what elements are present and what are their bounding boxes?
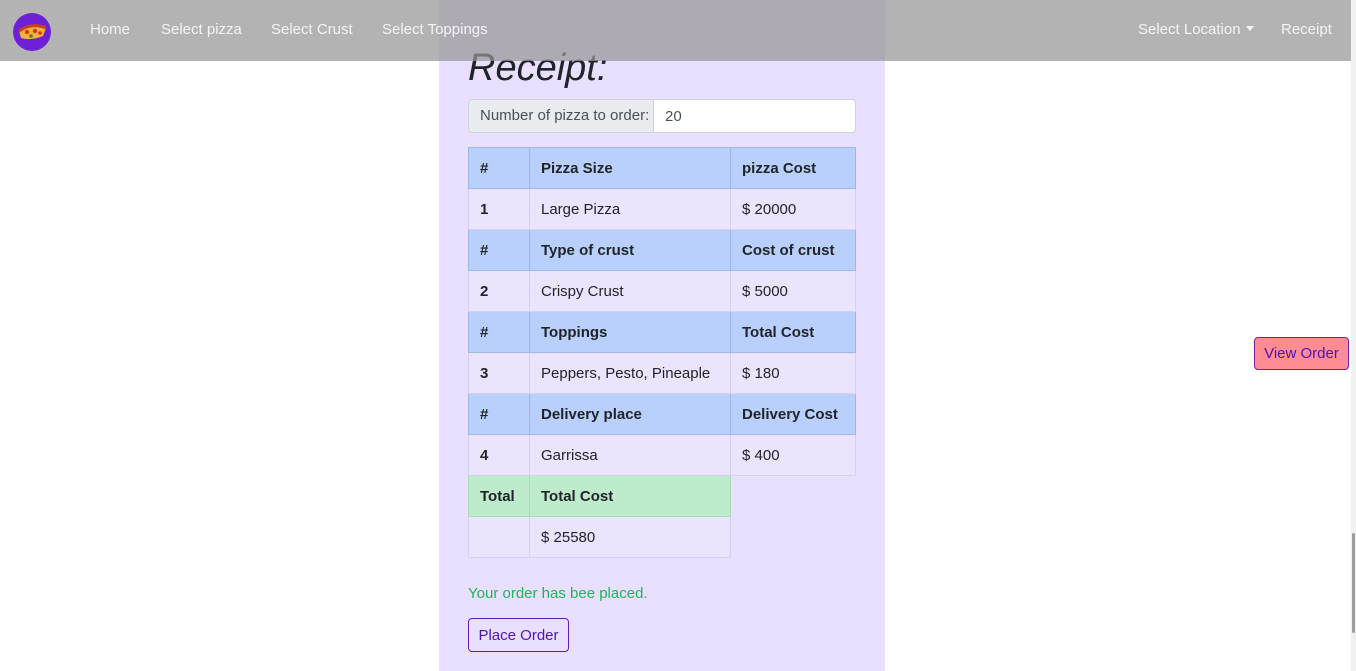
table-cell: $ 400 [730,434,856,476]
table-row: 3 Peppers, Pesto, Pineaple $ 180 [468,352,856,394]
total-cell [468,516,530,558]
table-header-row: # Delivery place Delivery Cost [468,393,856,435]
table-header-row: # Type of crust Cost of crust [468,229,856,271]
nav-select-crust[interactable]: Select Crust [271,21,353,38]
table-cell: 3 [468,352,530,394]
chevron-down-icon [1245,26,1254,31]
total-row: $ 25580 [468,516,856,558]
table-header-cell: Delivery place [529,393,731,435]
table-header-cell: Total Cost [730,311,856,353]
nav-select-location-dropdown[interactable]: Select Location [1138,21,1254,38]
quantity-input-group: Number of pizza to order: [468,99,856,133]
table-cell: Peppers, Pesto, Pineaple [529,352,731,394]
empty-cell [731,517,856,558]
table-row: 4 Garrissa $ 400 [468,434,856,476]
table-header-cell: # [468,311,530,353]
table-cell: Large Pizza [529,188,731,230]
total-header-cell: Total [468,475,530,517]
pizza-logo-icon[interactable] [13,13,51,51]
nav-receipt[interactable]: Receipt [1281,21,1332,38]
total-header-row: Total Total Cost [468,475,856,517]
order-success-message: Your order has bee placed. [468,585,648,602]
total-header-cell: Total Cost [529,475,731,517]
table-header-cell: Delivery Cost [730,393,856,435]
nav-select-toppings[interactable]: Select Toppings [382,21,488,38]
table-cell: $ 5000 [730,270,856,312]
table-cell: 1 [468,188,530,230]
table-cell: $ 180 [730,352,856,394]
table-header-cell: # [468,147,530,189]
table-cell: 4 [468,434,530,476]
table-cell: Garrissa [529,434,731,476]
quantity-label: Number of pizza to order: [468,99,654,133]
table-header-cell: Toppings [529,311,731,353]
receipt-table: # Pizza Size pizza Cost 1 Large Pizza $ … [468,147,856,558]
table-header-cell: Pizza Size [529,147,731,189]
table-row: 1 Large Pizza $ 20000 [468,188,856,230]
table-header-cell: Cost of crust [730,229,856,271]
table-header-cell: pizza Cost [730,147,856,189]
table-cell: 2 [468,270,530,312]
navbar: Home Select pizza Select Crust Select To… [0,0,1351,61]
empty-cell [731,476,856,517]
table-header-cell: # [468,393,530,435]
nav-select-location-label: Select Location [1138,21,1241,38]
place-order-button[interactable]: Place Order [468,618,569,652]
table-row: 2 Crispy Crust $ 5000 [468,270,856,312]
nav-select-pizza[interactable]: Select pizza [161,21,242,38]
scrollbar-thumb[interactable] [1352,533,1355,633]
table-cell: $ 20000 [730,188,856,230]
table-header-cell: Type of crust [529,229,731,271]
table-header-row: # Toppings Total Cost [468,311,856,353]
table-header-row: # Pizza Size pizza Cost [468,147,856,189]
table-header-cell: # [468,229,530,271]
view-order-button[interactable]: View Order [1254,337,1349,370]
quantity-input[interactable] [654,99,856,133]
nav-home[interactable]: Home [90,21,130,38]
table-cell: Crispy Crust [529,270,731,312]
total-cost-value: $ 25580 [529,516,731,558]
